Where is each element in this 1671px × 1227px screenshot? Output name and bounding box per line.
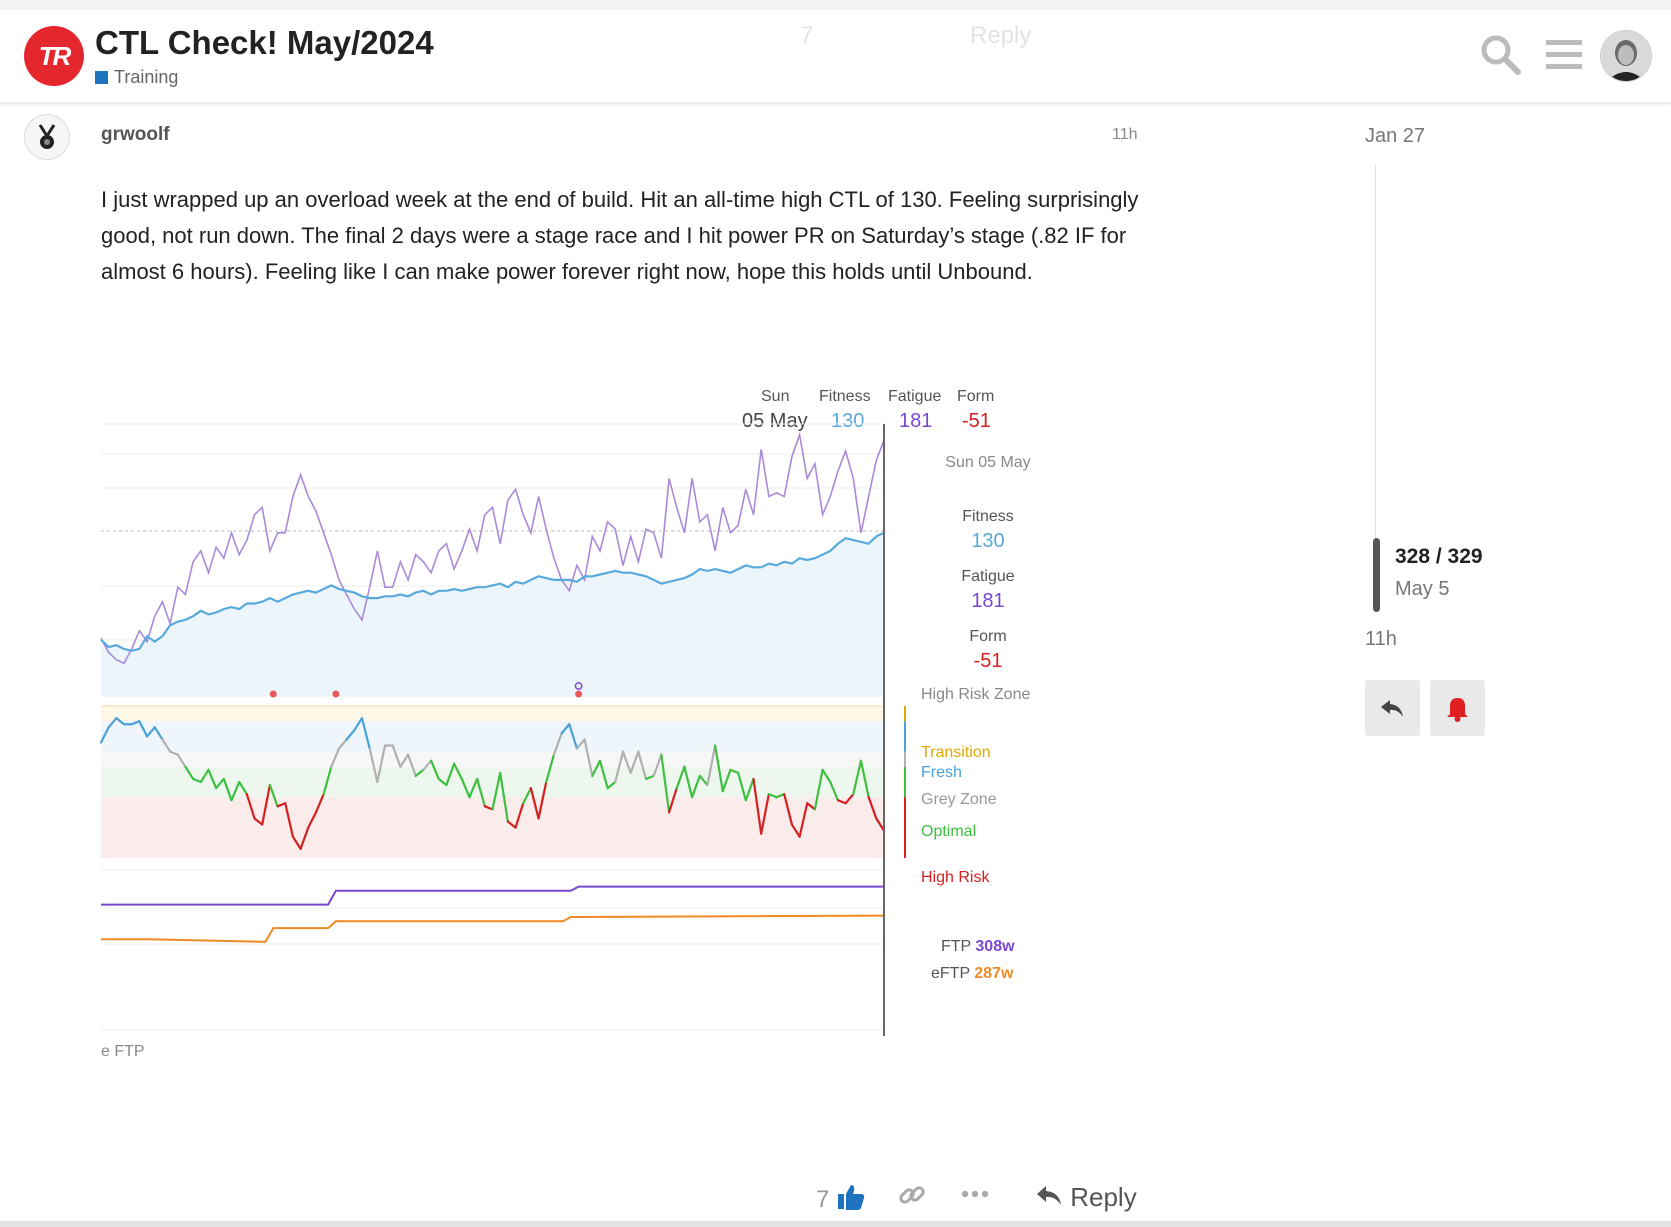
chart-header-fatigue-value: 181: [899, 410, 933, 432]
zone-optimal-band: [101, 766, 884, 798]
sticky-post-controls-ghost: 7 Reply: [800, 22, 1031, 50]
ghost-like-count: 7: [800, 22, 814, 49]
chart-plot: [99, 423, 906, 1036]
reply-arrow-icon: [1037, 1186, 1061, 1205]
topic-timeline: Jan 27 328 / 329 May 5 11h: [1365, 120, 1655, 740]
eftp-legend: eFTP 287w: [931, 965, 1013, 983]
bell-icon: [1447, 698, 1468, 722]
search-icon[interactable]: [1478, 32, 1522, 76]
legend-high-risk-zone: High Risk Zone: [921, 686, 1031, 703]
timeline-reply-button[interactable]: [1365, 680, 1420, 736]
browser-top-strip: [0, 0, 1671, 10]
zone-transition-band: [101, 706, 884, 722]
reply-label: Reply: [1070, 1182, 1137, 1212]
timeline-scroll-handle[interactable]: [1373, 538, 1380, 612]
chart-header-form-label: Form: [957, 388, 995, 405]
topic-title[interactable]: CTL Check! May/2024: [95, 24, 434, 62]
ghost-reply-label: Reply: [970, 22, 1032, 49]
eftp-value: 287w: [974, 965, 1014, 982]
zone-optimal-label: Optimal: [921, 823, 977, 840]
timeline-scrollbar-track[interactable]: [1375, 165, 1376, 545]
reply-arrow-icon: [1381, 700, 1403, 717]
trainerroad-logo[interactable]: TR: [24, 26, 84, 86]
fitness-area: [101, 532, 884, 696]
post-username[interactable]: grwoolf: [101, 124, 170, 146]
high-risk-marker: [332, 690, 340, 698]
more-actions-icon[interactable]: [961, 1188, 989, 1200]
post-body: I just wrapped up an overload week at th…: [101, 182, 1141, 290]
legend-date: Sun 05 May: [945, 454, 1031, 471]
eftp-label: eFTP: [931, 965, 970, 982]
logo-text: TR: [38, 41, 72, 71]
high-risk-marker: [269, 690, 277, 698]
category-name: Training: [114, 67, 179, 87]
post-author-avatar[interactable]: [24, 114, 70, 160]
zone-fresh-label: Fresh: [921, 764, 962, 781]
timeline-position: 328 / 329: [1395, 545, 1483, 568]
legend-fatigue-value: 181: [971, 590, 1005, 612]
ftp-legend: FTP 308w: [941, 938, 1015, 956]
reply-button[interactable]: Reply: [1035, 1182, 1137, 1213]
legend-form-value: -51: [973, 650, 1003, 672]
zone-fresh-band: [101, 721, 884, 752]
timeline-start-date[interactable]: Jan 27: [1365, 125, 1425, 148]
zone-grey-band: [101, 751, 884, 767]
zone-grey-label: Grey Zone: [921, 791, 997, 808]
zone-high-risk-label: High Risk: [921, 869, 990, 886]
legend-form-label: Form: [969, 628, 1007, 645]
category-color-swatch: [95, 71, 108, 84]
chart-header-fatigue-label: Fatigue: [888, 388, 942, 405]
user-avatar[interactable]: [1600, 30, 1652, 82]
page-bottom-edge: [0, 1221, 1671, 1227]
hamburger-menu-icon[interactable]: [1542, 32, 1586, 76]
ftp-label: FTP: [941, 938, 971, 955]
ctl-chart-image: Sun 05 May Fitness 130 Fatigue 181 Form …: [99, 388, 1061, 1108]
post-paragraph: I just wrapped up an overload week at th…: [101, 187, 1139, 284]
zone-transition-label: Transition: [921, 744, 991, 761]
notifications-bell-button[interactable]: [1430, 680, 1485, 736]
timeline-current-date: May 5: [1395, 578, 1450, 600]
post-age[interactable]: 11h: [1112, 126, 1138, 144]
eftp-line: [101, 914, 885, 943]
chart-header-form-value: -51: [962, 410, 991, 432]
ftp-value: 308w: [975, 938, 1015, 955]
clipped-ftp-label: e FTP: [101, 1043, 145, 1060]
link-icon[interactable]: [897, 1180, 927, 1210]
high-risk-marker: [575, 690, 583, 698]
legend-fatigue-label: Fatigue: [961, 568, 1015, 585]
legend-fitness-value: 130: [971, 530, 1005, 552]
timeline-end-age[interactable]: 11h: [1365, 628, 1397, 651]
like-thumbs-up-icon[interactable]: [836, 1182, 866, 1212]
topic-header: TR CTL Check! May/2024 Training 7 Reply: [0, 10, 1671, 102]
ftp-line: [101, 885, 884, 906]
like-count: 7: [816, 1186, 830, 1213]
legend-fitness-label: Fitness: [962, 508, 1014, 525]
category-badge[interactable]: Training: [95, 67, 178, 88]
